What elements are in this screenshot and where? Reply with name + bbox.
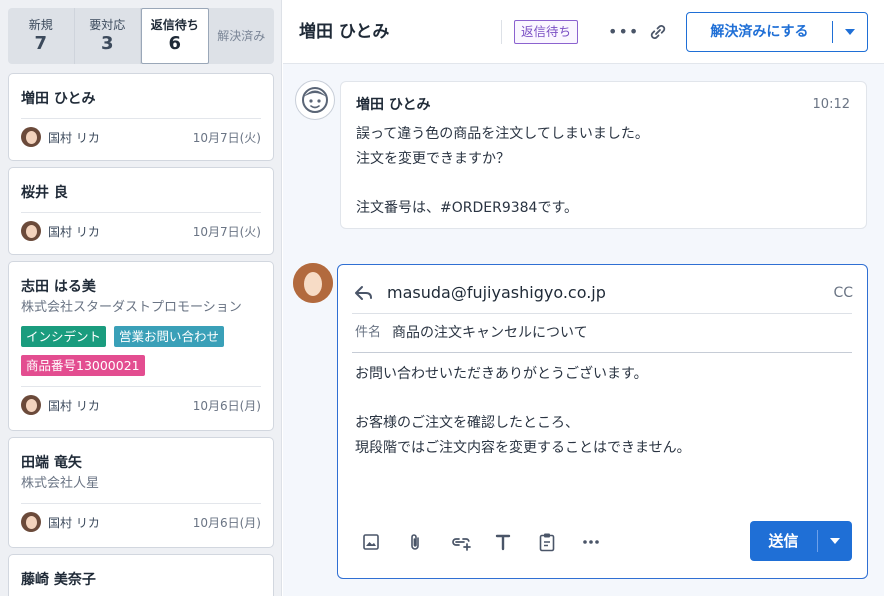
conversation-date: 10月7日(火) xyxy=(192,130,261,145)
message-time: 10:12 xyxy=(812,97,850,112)
divider xyxy=(352,352,852,353)
customer-message: 増田 ひとみ 10:12 誤って違う色の商品を注文してしまいました。 注文を変更… xyxy=(340,81,867,229)
assignee-name: 国村 リカ xyxy=(48,398,100,413)
page-title: 増田 ひとみ xyxy=(299,22,390,42)
image-icon[interactable] xyxy=(362,529,406,555)
cc-button[interactable]: CC xyxy=(833,283,853,303)
avatar xyxy=(21,127,41,147)
subject-field[interactable]: 商品の注文キャンセルについて xyxy=(392,322,588,344)
chevron-down-icon[interactable] xyxy=(818,521,852,561)
tab-label: 要対応 xyxy=(89,18,126,32)
message-line: 注文を変更できますか？ xyxy=(356,150,510,167)
tab-awaiting-reply[interactable]: 返信待ち 6 xyxy=(141,8,209,64)
clipboard-icon[interactable] xyxy=(538,529,582,555)
customer-name: 田端 竜矢 xyxy=(21,455,82,471)
conversation-item[interactable]: 田端 竜矢 株式会社人星 国村 リカ 10月6日(月) xyxy=(8,437,274,548)
reply-line: お問い合わせいただきありがとうございます。 xyxy=(355,366,648,382)
message-sender: 増田 ひとみ xyxy=(356,97,431,113)
status-badge[interactable]: 返信待ち xyxy=(514,20,579,44)
divider xyxy=(501,20,502,44)
customer-avatar-icon xyxy=(295,80,335,120)
tab-new[interactable]: 新規 7 xyxy=(8,8,75,64)
chevron-down-icon[interactable] xyxy=(833,13,867,51)
reply-line xyxy=(355,387,845,412)
conversation-date: 10月7日(火) xyxy=(192,224,261,239)
company-name: 株式会社スターダストプロモーション xyxy=(21,300,242,315)
tab-label: 新規 xyxy=(28,18,53,32)
recipient-email[interactable]: masuda@fujiyashigyo.co.jp xyxy=(387,282,606,304)
company-name: 株式会社人星 xyxy=(21,476,100,491)
reply-line: お客様のご注文を確認したところ、 xyxy=(355,415,579,431)
conversation-date: 10月6日(月) xyxy=(192,515,261,530)
customer-name: 藤崎 美奈子 xyxy=(21,572,96,588)
customer-name: 志田 はる美 xyxy=(21,279,96,295)
message-line: 誤って違う色の商品を注文してしまいました。 xyxy=(356,126,649,142)
text-format-icon[interactable] xyxy=(494,529,538,555)
conversation-detail-panel: 増田 ひとみ 返信待ち ••• 解決済みにする 増田 ひとみ 10:12 誤って… xyxy=(283,0,884,596)
conversation-item[interactable]: 桜井 良 国村 リカ 10月7日(火) xyxy=(8,167,274,255)
reply-body-textarea[interactable]: お問い合わせいただきありがとうございます。 お客様のご注文を確認したところ、 現… xyxy=(355,362,845,460)
tab-count: 3 xyxy=(100,33,114,54)
customer-name: 増田 ひとみ xyxy=(21,91,96,107)
more-horizontal-icon[interactable] xyxy=(582,529,626,555)
link-icon[interactable] xyxy=(648,22,668,42)
tag-badge: インシデント xyxy=(21,326,107,347)
avatar xyxy=(21,395,41,415)
tab-label: 返信待ち xyxy=(150,18,199,32)
tag-badge: 商品番号13000021 xyxy=(21,355,145,376)
paperclip-icon[interactable] xyxy=(406,529,450,555)
conversation-footer: 国村 リカ 10月6日(月) xyxy=(21,504,261,540)
conversation-item[interactable]: 藤崎 美奈子 xyxy=(8,554,274,596)
assignee-name: 国村 リカ xyxy=(48,515,100,530)
composer-toolbar xyxy=(362,529,626,555)
conversation-header: 増田 ひとみ 返信待ち ••• 解決済みにする xyxy=(283,0,884,64)
conversation-footer: 国村 リカ 10月7日(火) xyxy=(21,119,261,155)
tab-count: 6 xyxy=(168,33,182,54)
divider xyxy=(352,313,852,314)
conversation-date: 10月6日(月) xyxy=(192,398,261,413)
tab-resolved[interactable]: 解決済み xyxy=(209,8,275,64)
tag-badge: 営業お問い合わせ xyxy=(114,326,225,347)
more-horizontal-icon[interactable]: ••• xyxy=(608,22,639,41)
avatar xyxy=(21,512,41,532)
conversation-footer: 国村 リカ 10月7日(火) xyxy=(21,213,261,249)
tab-needs-action[interactable]: 要対応 3 xyxy=(75,8,141,64)
insert-link-icon[interactable] xyxy=(450,529,494,555)
send-button-label: 送信 xyxy=(750,530,818,552)
conversation-footer: 国村 リカ 10月6日(月) xyxy=(21,387,261,423)
send-button[interactable]: 送信 xyxy=(750,521,852,561)
customer-name: 桜井 良 xyxy=(21,185,68,201)
message-body: 誤って違う色の商品を注文してしまいました。 注文を変更できますか？ 注文番号は、… xyxy=(356,122,649,220)
reply-icon[interactable] xyxy=(354,284,374,302)
resolve-button-label: 解決済みにする xyxy=(687,21,833,43)
conversation-item[interactable]: 志田 はる美 株式会社スターダストプロモーション インシデント 営業お問い合わせ… xyxy=(8,261,274,431)
conversation-item[interactable]: 増田 ひとみ 国村 リカ 10月7日(火) xyxy=(8,73,274,161)
assignee-name: 国村 リカ xyxy=(48,130,100,145)
agent-avatar xyxy=(293,263,333,303)
reply-line: 現段階ではご注文内容を変更することはできません。 xyxy=(355,439,691,456)
avatar xyxy=(21,221,41,241)
message-line xyxy=(356,171,649,196)
conversation-list-panel: 新規 7 要対応 3 返信待ち 6 解決済み 増田 ひとみ 国村 リカ 10月7… xyxy=(0,0,282,596)
subject-label: 件名 xyxy=(355,325,382,340)
resolve-button[interactable]: 解決済みにする xyxy=(686,12,868,52)
message-line: 注文番号は、#ORDER9384です。 xyxy=(356,199,579,216)
status-tabs: 新規 7 要対応 3 返信待ち 6 解決済み xyxy=(8,8,274,64)
assignee-name: 国村 リカ xyxy=(48,224,100,239)
tag-list: インシデント 営業お問い合わせ 商品番号13000021 xyxy=(21,326,261,376)
tab-label: 解決済み xyxy=(217,29,266,43)
reply-composer: masuda@fujiyashigyo.co.jp CC 件名 商品の注文キャン… xyxy=(337,264,868,579)
tab-count: 7 xyxy=(34,33,48,54)
